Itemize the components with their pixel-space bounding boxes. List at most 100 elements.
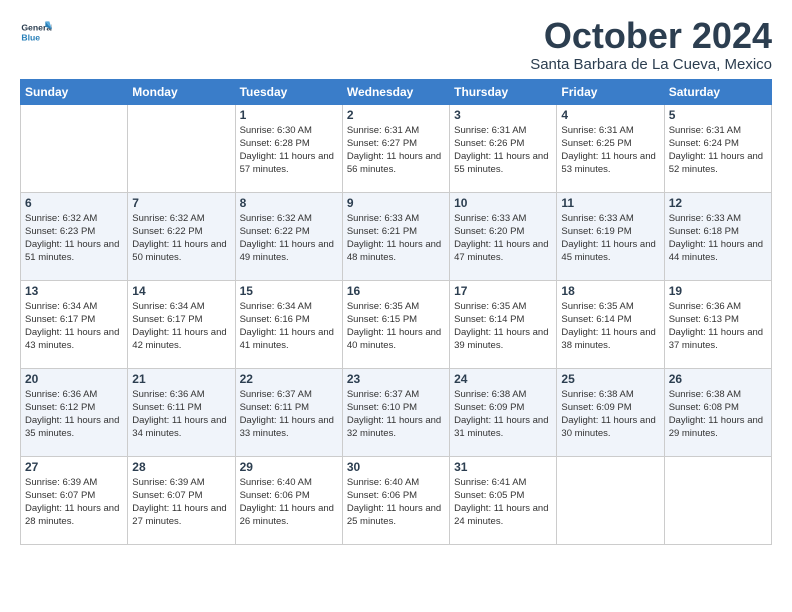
- calendar-cell: 31Sunrise: 6:41 AMSunset: 6:05 PMDayligh…: [450, 456, 557, 544]
- sunrise-label: Sunrise: 6:32 AM: [132, 213, 204, 224]
- calendar-cell: 8Sunrise: 6:32 AMSunset: 6:22 PMDaylight…: [235, 192, 342, 280]
- sunrise-label: Sunrise: 6:31 AM: [669, 125, 741, 136]
- sunset-label: Sunset: 6:25 PM: [561, 138, 631, 149]
- day-info: Sunrise: 6:31 AMSunset: 6:27 PMDaylight:…: [347, 124, 445, 177]
- day-number: 20: [25, 372, 123, 386]
- sunrise-label: Sunrise: 6:34 AM: [25, 301, 97, 312]
- calendar-cell: 21Sunrise: 6:36 AMSunset: 6:11 PMDayligh…: [128, 368, 235, 456]
- sunrise-label: Sunrise: 6:39 AM: [25, 477, 97, 488]
- sunset-label: Sunset: 6:23 PM: [25, 226, 95, 237]
- sunset-label: Sunset: 6:14 PM: [454, 314, 524, 325]
- calendar-cell: 6Sunrise: 6:32 AMSunset: 6:23 PMDaylight…: [21, 192, 128, 280]
- daylight-label: Daylight: 11 hours and 50 minutes.: [132, 239, 226, 263]
- day-info: Sunrise: 6:35 AMSunset: 6:15 PMDaylight:…: [347, 300, 445, 353]
- sunset-label: Sunset: 6:15 PM: [347, 314, 417, 325]
- sunset-label: Sunset: 6:20 PM: [454, 226, 524, 237]
- day-number: 19: [669, 284, 767, 298]
- day-number: 14: [132, 284, 230, 298]
- day-number: 8: [240, 196, 338, 210]
- day-info: Sunrise: 6:39 AMSunset: 6:07 PMDaylight:…: [25, 476, 123, 529]
- day-info: Sunrise: 6:33 AMSunset: 6:21 PMDaylight:…: [347, 212, 445, 265]
- calendar-cell: [128, 104, 235, 192]
- calendar-week-row: 27Sunrise: 6:39 AMSunset: 6:07 PMDayligh…: [21, 456, 772, 544]
- day-number: 17: [454, 284, 552, 298]
- calendar-cell: 23Sunrise: 6:37 AMSunset: 6:10 PMDayligh…: [342, 368, 449, 456]
- daylight-label: Daylight: 11 hours and 41 minutes.: [240, 327, 334, 351]
- sunrise-label: Sunrise: 6:36 AM: [25, 389, 97, 400]
- sunset-label: Sunset: 6:22 PM: [132, 226, 202, 237]
- daylight-label: Daylight: 11 hours and 38 minutes.: [561, 327, 655, 351]
- calendar-cell: 12 Sunrise: 6:33 AMSunset: 6:18 PMDayligh…: [664, 192, 771, 280]
- day-number: 4: [561, 108, 659, 122]
- sunrise-label: Sunrise: 6:31 AM: [454, 125, 526, 136]
- day-number: 2: [347, 108, 445, 122]
- day-number: 15: [240, 284, 338, 298]
- sunrise-label: Sunrise: 6:38 AM: [669, 389, 741, 400]
- daylight-label: Daylight: 11 hours and 32 minutes.: [347, 415, 441, 439]
- calendar-cell: 20Sunrise: 6:36 AMSunset: 6:12 PMDayligh…: [21, 368, 128, 456]
- calendar-cell: 4Sunrise: 6:31 AMSunset: 6:25 PMDaylight…: [557, 104, 664, 192]
- sunset-label: Sunset: 6:27 PM: [347, 138, 417, 149]
- daylight-label: Daylight: 11 hours and 51 minutes.: [25, 239, 119, 263]
- sunrise-label: Sunrise: 6:37 AM: [347, 389, 419, 400]
- sunrise-label: Sunrise: 6:38 AM: [454, 389, 526, 400]
- day-number: 13: [25, 284, 123, 298]
- day-info: Sunrise: 6:32 AM Sunset: 6:23 PM Daylight:…: [25, 212, 123, 265]
- day-number: 31: [454, 460, 552, 474]
- calendar-cell: [664, 456, 771, 544]
- sunset-label: Sunset: 6:28 PM: [240, 138, 310, 149]
- sunset-label: Sunset: 6:18 PM: [669, 226, 739, 237]
- day-info: Sunrise: 6:33 AMSunset: 6:19 PMDaylight:…: [561, 212, 659, 265]
- day-info: Sunrise: 6:36 AMSunset: 6:13 PMDaylight:…: [669, 300, 767, 353]
- daylight-label: Daylight: 11 hours and 45 minutes.: [561, 239, 655, 263]
- day-info: Sunrise: 6:31 AMSunset: 6:25 PMDaylight:…: [561, 124, 659, 177]
- calendar-cell: 7 Sunrise: 6:32 AM Sunset: 6:22 PM Daylight…: [128, 192, 235, 280]
- calendar-cell: 5Sunrise: 6:31 AMSunset: 6:24 PMDaylight…: [664, 104, 771, 192]
- logo: General Blue: [20, 16, 52, 48]
- weekday-header-wednesday: Wednesday: [342, 79, 449, 104]
- daylight-label: Daylight: 11 hours and 29 minutes.: [669, 415, 763, 439]
- header: General Blue October 2024 Santa Barbara …: [20, 16, 772, 73]
- daylight-label: Daylight: 11 hours and 55 minutes.: [454, 151, 548, 175]
- day-info: Sunrise: 6:40 AMSunset: 6:06 PMDaylight:…: [347, 476, 445, 529]
- day-info: Sunrise: 6:37 AMSunset: 6:11 PMDaylight:…: [240, 388, 338, 441]
- weekday-header-monday: Monday: [128, 79, 235, 104]
- sunrise-label: Sunrise: 6:31 AM: [347, 125, 419, 136]
- generalblue-logo-icon: General Blue: [20, 16, 52, 48]
- sunset-label: Sunset: 6:06 PM: [240, 490, 310, 501]
- sunrise-label: Sunrise: 6:30 AM: [240, 125, 312, 136]
- sunset-label: Sunset: 6:11 PM: [132, 402, 202, 413]
- sunset-label: Sunset: 6:17 PM: [25, 314, 95, 325]
- calendar-cell: 11Sunrise: 6:33 AMSunset: 6:19 PMDayligh…: [557, 192, 664, 280]
- sunset-label: Sunset: 6:10 PM: [347, 402, 417, 413]
- day-number: 9: [347, 196, 445, 210]
- calendar-week-row: 1 Sunrise: 6:30 AM Sunset: 6:28 PM Daylight…: [21, 104, 772, 192]
- day-number: 1: [240, 108, 338, 122]
- daylight-label: Daylight: 11 hours and 25 minutes.: [347, 503, 441, 527]
- calendar-cell: 16Sunrise: 6:35 AMSunset: 6:15 PMDayligh…: [342, 280, 449, 368]
- calendar-cell: 26Sunrise: 6:38 AMSunset: 6:08 PMDayligh…: [664, 368, 771, 456]
- day-info: Sunrise: 6:38 AMSunset: 6:08 PMDaylight:…: [669, 388, 767, 441]
- weekday-header-thursday: Thursday: [450, 79, 557, 104]
- sunrise-label: Sunrise: 6:31 AM: [561, 125, 633, 136]
- daylight-label: Daylight: 11 hours and 43 minutes.: [25, 327, 119, 351]
- sunset-label: Sunset: 6:13 PM: [669, 314, 739, 325]
- day-info: Sunrise: 6:34 AMSunset: 6:16 PMDaylight:…: [240, 300, 338, 353]
- weekday-header-tuesday: Tuesday: [235, 79, 342, 104]
- calendar-week-row: 6Sunrise: 6:32 AMSunset: 6:23 PMDaylight…: [21, 192, 772, 280]
- sunset-label: Sunset: 6:07 PM: [25, 490, 95, 501]
- day-number: 7: [132, 196, 230, 210]
- sunrise-label: Sunrise: 6:32 AM: [240, 213, 312, 224]
- calendar-week-row: 20Sunrise: 6:36 AMSunset: 6:12 PMDayligh…: [21, 368, 772, 456]
- daylight-label: Daylight: 11 hours and 24 minutes.: [454, 503, 548, 527]
- daylight-label: Daylight: 11 hours and 57 minutes.: [240, 151, 334, 175]
- sunrise-label: Sunrise: 6:32 AM: [25, 213, 97, 224]
- calendar-cell: 28Sunrise: 6:39 AMSunset: 6:07 PMDayligh…: [128, 456, 235, 544]
- calendar-cell: 22Sunrise: 6:37 AMSunset: 6:11 PMDayligh…: [235, 368, 342, 456]
- day-info: Sunrise: 6:33 AMSunset: 6:18 PMDaylight:…: [669, 212, 767, 265]
- daylight-label: Daylight: 11 hours and 31 minutes.: [454, 415, 548, 439]
- weekday-header-saturday: Saturday: [664, 79, 771, 104]
- daylight-label: Daylight: 11 hours and 42 minutes.: [132, 327, 226, 351]
- day-number: 12: [669, 196, 767, 210]
- calendar-cell: 19 Sunrise: 6:36 AMSunset: 6:13 PMDayligh…: [664, 280, 771, 368]
